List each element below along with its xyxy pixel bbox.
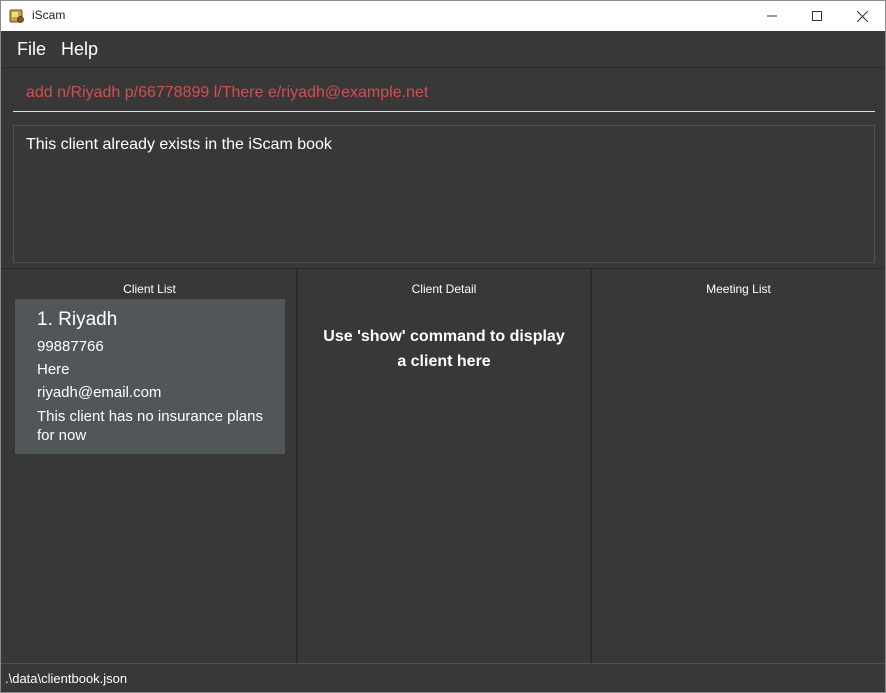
client-location: Here bbox=[37, 361, 70, 378]
client-detail-title: Client Detail bbox=[411, 282, 477, 296]
minimize-button[interactable] bbox=[749, 1, 795, 31]
client-name-text: Riyadh bbox=[58, 309, 118, 330]
result-display[interactable]: This client already exists in the iScam … bbox=[13, 125, 875, 263]
title-bar[interactable]: iScam bbox=[1, 1, 885, 31]
maximize-icon bbox=[812, 11, 822, 21]
minimize-icon bbox=[767, 11, 777, 21]
client-list-title: Client List bbox=[123, 282, 176, 296]
iscam-app-icon bbox=[9, 8, 25, 24]
result-message: This client already exists in the iScam … bbox=[26, 136, 332, 153]
meeting-list-panel: Meeting List bbox=[592, 269, 885, 664]
client-list-panel: Client List 1. Riyadh 99887766 Here riya… bbox=[3, 269, 296, 664]
command-box bbox=[1, 68, 885, 120]
menu-bar: File Help bbox=[1, 31, 885, 68]
menu-file[interactable]: File bbox=[17, 39, 46, 60]
save-file-path: .\data\clientbook.json bbox=[5, 671, 128, 686]
client-plans: This client has no insurance plans for n… bbox=[37, 408, 263, 444]
menu-help[interactable]: Help bbox=[61, 39, 98, 60]
client-email: riyadh@email.com bbox=[37, 384, 162, 401]
command-input[interactable] bbox=[13, 74, 875, 112]
status-bar: .\data\clientbook.json bbox=[1, 663, 885, 692]
client-detail-message: Use 'show' command to display a client h… bbox=[323, 328, 565, 370]
close-button[interactable] bbox=[839, 1, 885, 31]
maximize-button[interactable] bbox=[794, 1, 840, 31]
client-name: 1. Riyadh bbox=[37, 309, 117, 331]
panels-area: Client List 1. Riyadh 99887766 Here riya… bbox=[1, 268, 885, 664]
app-window: iScam File Help This client already exis… bbox=[0, 0, 886, 693]
client-index: 1. bbox=[37, 309, 53, 330]
client-detail-panel: Client Detail Use 'show' command to disp… bbox=[298, 269, 590, 664]
close-icon bbox=[856, 10, 868, 22]
client-card[interactable]: 1. Riyadh 99887766 Here riyadh@email.com… bbox=[15, 299, 285, 454]
client-phone: 99887766 bbox=[37, 338, 104, 355]
window-title: iScam bbox=[32, 8, 66, 22]
meeting-list-title: Meeting List bbox=[706, 282, 771, 296]
